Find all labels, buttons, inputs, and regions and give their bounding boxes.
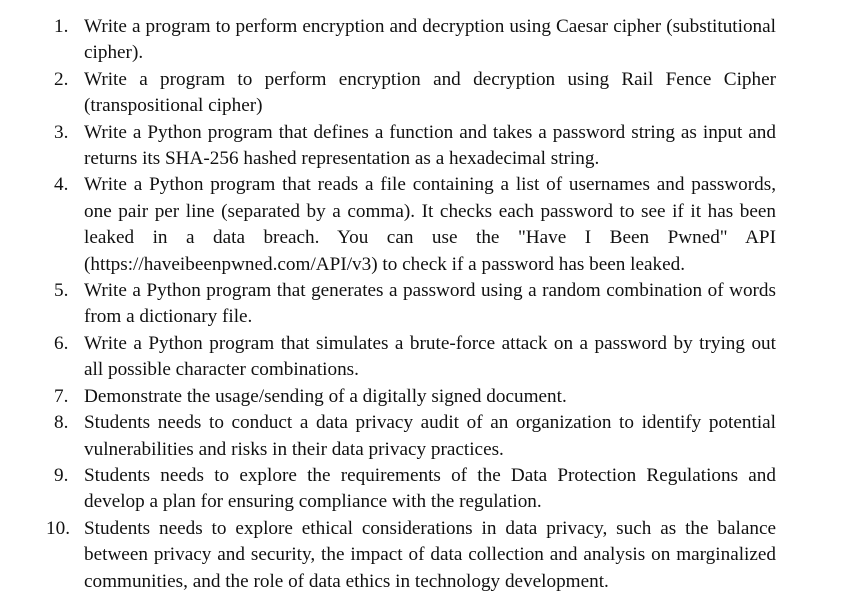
item-number: 6. [54, 332, 69, 354]
item-text: Write a Python program that generates a … [84, 280, 776, 328]
item-number: 5. [54, 280, 69, 302]
document-page: 1. Write a program to perform encryption… [46, 14, 776, 595]
list-item: 7. Demonstrate the usage/sending of a di… [54, 384, 776, 410]
list-item: 3. Write a Python program that defines a… [54, 120, 776, 173]
list-item: 1. Write a program to perform encryption… [54, 14, 776, 67]
list-item: 5. Write a Python program that generates… [54, 278, 776, 331]
item-text: Students needs to explore the requiremen… [84, 464, 776, 513]
item-number: 10. [46, 517, 70, 539]
list-item: 2. Write a program to perform encryption… [54, 67, 776, 120]
item-text: Write a program to perform encryption an… [84, 68, 776, 117]
item-number: 1. [54, 16, 69, 37]
list-item: 9. Students needs to explore the require… [54, 463, 776, 516]
numbered-list: 1. Write a program to perform encryption… [46, 14, 776, 595]
item-text: Demonstrate the usage/sending of a digit… [84, 385, 567, 407]
item-number: 7. [54, 385, 69, 407]
item-number: 8. [54, 412, 69, 434]
item-text: Write a Python program that defines a fu… [84, 121, 776, 170]
item-text: Write a Python program that reads a file… [84, 174, 776, 275]
list-item: 6. Write a Python program that simulates… [54, 331, 776, 384]
item-number: 3. [54, 121, 69, 143]
item-number: 4. [54, 174, 69, 196]
item-number: 2. [54, 68, 69, 90]
list-item: 4. Write a Python program that reads a f… [54, 172, 776, 278]
list-item: 10. Students needs to explore ethical co… [46, 516, 776, 595]
item-text: Write a Python program that simulates a … [84, 332, 776, 381]
item-text: Students needs to explore ethical consid… [84, 517, 776, 592]
list-item: 8. Students needs to conduct a data priv… [54, 410, 776, 463]
item-text: Write a program to perform encryption an… [84, 16, 776, 64]
item-number: 9. [54, 464, 69, 486]
item-text: Students needs to conduct a data privacy… [84, 412, 776, 460]
